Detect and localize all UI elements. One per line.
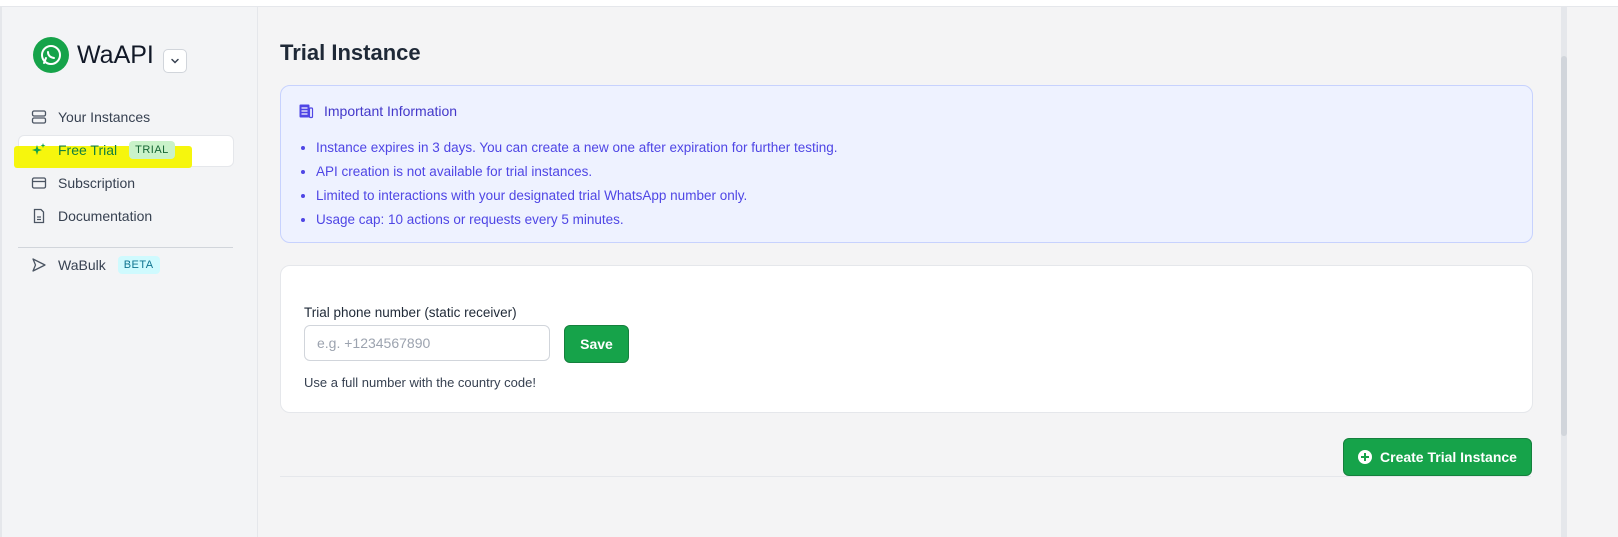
file-icon [30, 207, 48, 225]
sidebar-item-label: Free Trial [58, 142, 118, 158]
list-item: Instance expires in 3 days. You can crea… [316, 136, 838, 160]
whatsapp-icon [33, 37, 69, 73]
beta-badge: BETA [117, 256, 160, 274]
server-icon [30, 108, 48, 126]
sidebar-item-documentation[interactable]: Documentation [18, 201, 232, 231]
info-heading-text: Important Information [324, 103, 458, 119]
sparkles-icon [30, 141, 48, 159]
phone-field-hint: Use a full number with the country code! [304, 375, 536, 390]
sidebar-item-subscription[interactable]: Subscription [18, 168, 232, 198]
scrollbar-thumb[interactable] [1561, 56, 1567, 436]
sidebar-item-label: Documentation [58, 208, 153, 224]
brand-name: WaAPI [77, 40, 154, 69]
save-button[interactable]: Save [564, 325, 629, 363]
trial-phone-form: Trial phone number (static receiver) Sav… [280, 265, 1533, 413]
plus-circle-icon [1358, 450, 1373, 464]
info-list: Instance expires in 3 days. You can crea… [298, 136, 838, 232]
scrollbar[interactable] [1561, 6, 1567, 537]
page-title: Trial Instance [280, 40, 421, 65]
sidebar-item-label: WaBulk [58, 257, 106, 273]
sidebar-divider [18, 247, 233, 248]
sidebar-item-your-instances[interactable]: Your Instances [18, 102, 232, 132]
list-item: Usage cap: 10 actions or requests every … [316, 208, 838, 232]
list-item: API creation is not available for trial … [316, 160, 838, 184]
sidebar-item-label: Your Instances [58, 109, 151, 125]
section-divider [280, 476, 1531, 477]
create-trial-instance-button[interactable]: Create Trial Instance [1343, 438, 1532, 476]
create-button-label: Create Trial Instance [1380, 449, 1517, 465]
sidebar-item-label: Subscription [58, 175, 136, 191]
top-border [0, 0, 1618, 7]
info-heading: Important Information [298, 103, 457, 119]
sidebar: WaAPI Your Instances Free Trial TRIAL Su… [2, 7, 258, 537]
info-box: Important Information Instance expires i… [280, 85, 1533, 243]
main-content: Trial Instance Important Information Ins… [258, 7, 1558, 537]
sidebar-item-wabulk[interactable]: WaBulk BETA [18, 250, 232, 280]
trial-badge: TRIAL [129, 141, 175, 159]
phone-number-input[interactable] [304, 325, 550, 361]
document-icon [298, 103, 314, 119]
send-icon [30, 256, 48, 274]
phone-field-label: Trial phone number (static receiver) [304, 305, 517, 320]
sidebar-item-free-trial-content[interactable]: Free Trial TRIAL [18, 135, 232, 165]
chevron-down-icon[interactable] [163, 49, 187, 73]
list-item: Limited to interactions with your design… [316, 184, 838, 208]
brand[interactable]: WaAPI [33, 37, 154, 73]
credit-card-icon [30, 174, 48, 192]
